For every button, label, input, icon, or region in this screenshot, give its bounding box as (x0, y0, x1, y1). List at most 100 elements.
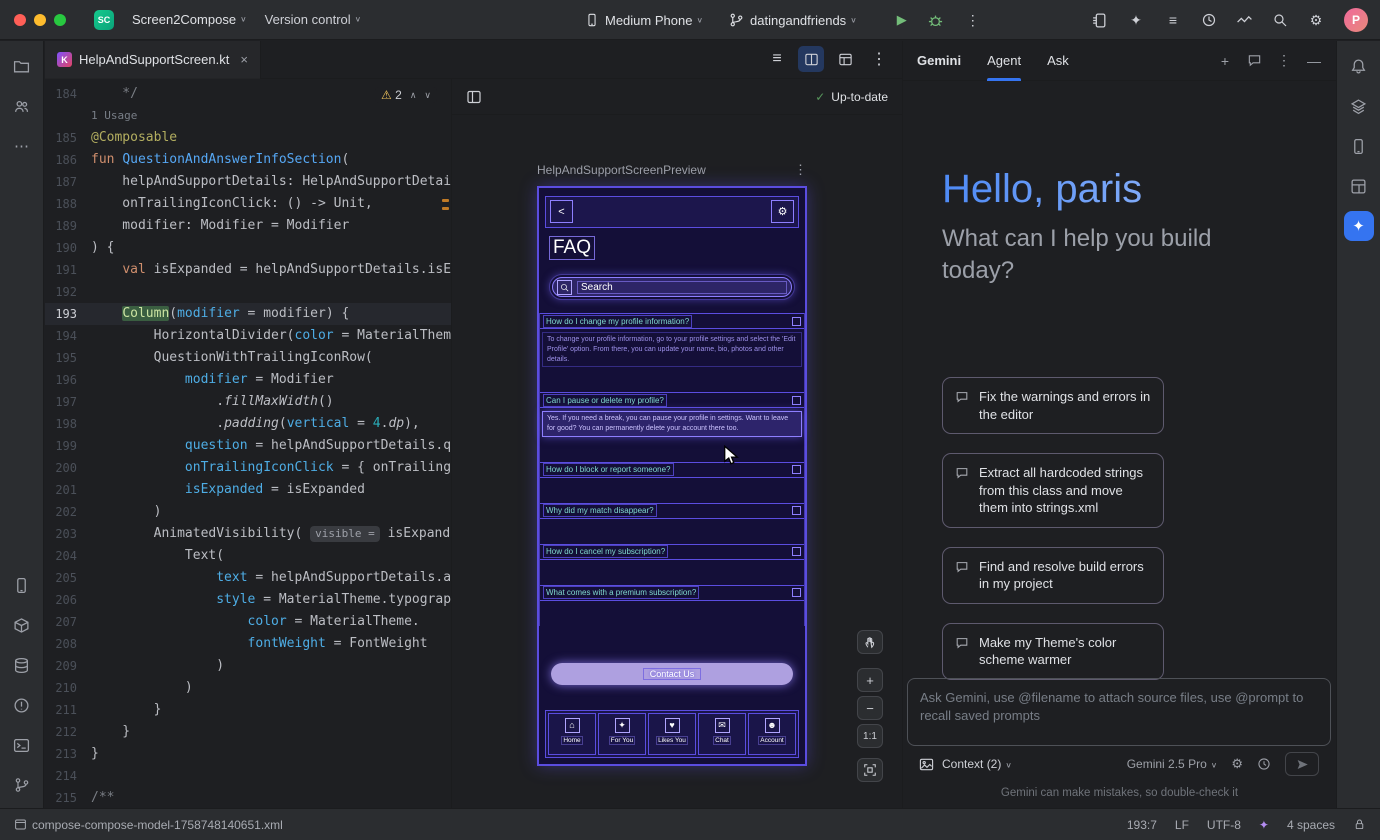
line-separator[interactable]: LF (1175, 818, 1189, 832)
more-tools-button[interactable]: ⋯ (7, 131, 37, 161)
window-controls[interactable] (14, 14, 66, 26)
code-line[interactable]: 187 helpAndSupportDetails: HelpAndSuppor… (45, 171, 451, 193)
running-devices-tool-button[interactable] (7, 570, 37, 600)
ai-actions-icon[interactable]: ✦ (1127, 11, 1145, 29)
code-line[interactable]: 185@Composable (45, 127, 451, 149)
build-analyzer-icon[interactable] (1201, 12, 1217, 28)
code-line[interactable]: 195 QuestionWithTrailingIconRow( (45, 347, 451, 369)
nav-item-likes-you[interactable]: ♥Likes You (648, 713, 696, 755)
search-field[interactable]: Search (549, 274, 795, 300)
chat-history-icon[interactable] (1247, 53, 1262, 68)
nav-item-account[interactable]: ☻Account (748, 713, 796, 755)
faq-question-row[interactable]: Can I pause or delete my profile? (540, 392, 804, 408)
build-tool-button[interactable] (7, 650, 37, 680)
prev-problem-icon[interactable]: ∧ (410, 90, 417, 101)
tab-agent[interactable]: Agent (987, 41, 1021, 81)
lock-icon[interactable] (1353, 818, 1366, 831)
next-problem-icon[interactable]: ∨ (424, 90, 431, 101)
zoom-in-button[interactable]: + (857, 668, 883, 692)
terminal-tool-button[interactable] (7, 730, 37, 760)
code-line[interactable]: 208 fontWeight = FontWeight (45, 633, 451, 655)
preview-layout-icon[interactable] (466, 89, 482, 105)
code-line[interactable]: 213} (45, 743, 451, 765)
code-line[interactable]: 210 ) (45, 677, 451, 699)
editor-more-icon[interactable]: ⋮ (866, 46, 892, 72)
code-line[interactable]: 205 text = helpAndSupportDetails.answer, (45, 567, 451, 589)
settings-icon[interactable]: ⚙ (1307, 11, 1325, 29)
code-line[interactable]: 186fun QuestionAndAnswerInfoSection( (45, 149, 451, 171)
code-line[interactable]: 198 .padding(vertical = 4.dp), (45, 413, 451, 435)
attach-image-icon[interactable] (919, 757, 934, 772)
expand-icon[interactable] (792, 396, 801, 405)
avatar[interactable]: P (1344, 8, 1368, 32)
code-line[interactable]: 203 AnimatedVisibility( visible = isExpa… (45, 523, 451, 545)
contact-us-button[interactable]: Contact Us (551, 663, 793, 685)
app-insights-tool-button[interactable] (7, 610, 37, 640)
code-line[interactable]: 201 isExpanded = isExpanded (45, 479, 451, 501)
branch-selector[interactable]: datingandfriends∨ (729, 12, 857, 28)
minimize-window-button[interactable] (34, 14, 46, 26)
profiler-icon[interactable] (1236, 12, 1253, 29)
close-tab-icon[interactable]: × (240, 52, 248, 67)
warning-stripe-mark[interactable] (442, 199, 449, 202)
warning-stripe-mark[interactable] (442, 207, 449, 210)
history-icon[interactable] (1257, 757, 1271, 771)
search-icon[interactable] (1272, 12, 1288, 28)
expand-icon[interactable] (792, 506, 801, 515)
zoom-to-fit-button[interactable] (857, 758, 883, 782)
code-line[interactable]: 196 modifier = Modifier (45, 369, 451, 391)
vcs-tool-button[interactable] (7, 770, 37, 800)
gemini-settings-icon[interactable]: ⚙ (1231, 756, 1243, 772)
code-line[interactable]: 197 .fillMaxWidth() (45, 391, 451, 413)
ai-status-icon[interactable]: ✦ (1259, 818, 1269, 832)
code-line[interactable]: 1 Usage (45, 105, 451, 127)
nav-item-home[interactable]: ⌂Home (548, 713, 596, 755)
code-line[interactable]: 207 color = MaterialTheme. (45, 611, 451, 633)
zoom-out-button[interactable]: − (857, 696, 883, 720)
device-manager-icon[interactable] (1091, 12, 1108, 29)
model-selector[interactable]: Gemini 2.5 Pro∨ (1127, 757, 1218, 771)
vcs-menu[interactable]: Version control∨ (265, 12, 362, 27)
gemini-prompt-input[interactable]: Ask Gemini, use @filename to attach sour… (907, 678, 1331, 746)
code-line[interactable]: 191 val isExpanded = helpAndSupportDetai… (45, 259, 451, 281)
phone-preview-frame[interactable]: < ⚙ FAQ Search How do I change my profil… (537, 186, 807, 766)
close-window-button[interactable] (14, 14, 26, 26)
send-button[interactable] (1285, 752, 1319, 776)
zoom-actual-size-button[interactable]: 1:1 (857, 724, 883, 748)
debug-button[interactable] (927, 12, 944, 29)
preview-more-icon[interactable]: ⋮ (794, 162, 807, 178)
file-encoding[interactable]: UTF-8 (1207, 818, 1241, 832)
project-tool-button[interactable] (7, 51, 37, 81)
code-line[interactable]: 202 ) (45, 501, 451, 523)
pan-tool-button[interactable] (857, 630, 883, 654)
notifications-tool-button[interactable] (1344, 51, 1374, 81)
faq-question-row[interactable]: Why did my match disappear? (540, 503, 804, 519)
problems-tool-button[interactable] (7, 690, 37, 720)
run-button[interactable]: ▶ (897, 12, 907, 28)
project-menu[interactable]: Screen2Compose∨ (132, 12, 247, 27)
design-view-button[interactable] (832, 46, 858, 72)
code-line[interactable]: 215/** (45, 787, 451, 808)
suggestion-card[interactable]: Find and resolve build errors in my proj… (942, 547, 1164, 604)
commit-tool-button[interactable] (7, 91, 37, 121)
editor-tab[interactable]: K HelpAndSupportScreen.kt × (45, 41, 261, 79)
suggestion-card[interactable]: Extract all hardcoded strings from this … (942, 453, 1164, 528)
code-line[interactable]: 206 style = MaterialTheme.typography.bod… (45, 589, 451, 611)
code-view-button[interactable]: ≡ (764, 46, 790, 72)
code-line[interactable]: 199 question = helpAndSupportDetails.que… (45, 435, 451, 457)
context-selector[interactable]: Context (2)∨ (942, 757, 1012, 771)
faq-question-row[interactable]: What comes with a premium subscription? (540, 585, 804, 601)
code-line[interactable]: 211 } (45, 699, 451, 721)
panel-options-icon[interactable]: ⋮ (1276, 53, 1292, 69)
layout-inspector-tool-button[interactable] (1344, 171, 1374, 201)
tab-ask[interactable]: Ask (1047, 41, 1069, 81)
code-line[interactable]: 209 ) (45, 655, 451, 677)
preview-canvas[interactable]: HelpAndSupportScreenPreview ⋮ < ⚙ FAQ Se… (452, 115, 902, 808)
hide-panel-icon[interactable]: — (1306, 53, 1322, 69)
expand-icon[interactable] (792, 588, 801, 597)
nav-item-for-you[interactable]: ✦For You (598, 713, 646, 755)
indent-setting[interactable]: 4 spaces (1287, 818, 1335, 832)
code-line[interactable]: 194 HorizontalDivider(color = MaterialTh… (45, 325, 451, 347)
emulator-tool-button[interactable] (1344, 131, 1374, 161)
gemini-tool-button[interactable]: ✦ (1344, 211, 1374, 241)
